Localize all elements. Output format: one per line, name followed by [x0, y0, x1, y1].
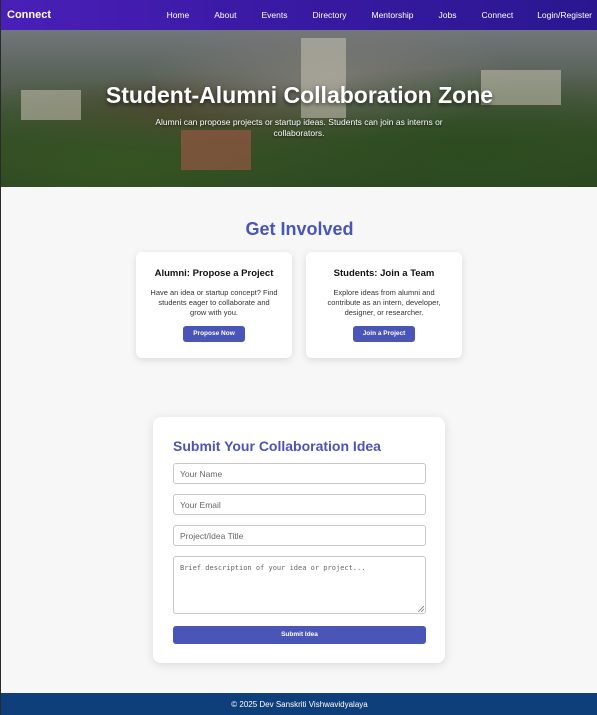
project-title-input[interactable]: Project/Idea Title — [173, 525, 426, 546]
nav-home[interactable]: Home — [167, 10, 190, 20]
hero-subtitle: Alumni can propose projects or startup i… — [155, 117, 443, 138]
form-title: Submit Your Collaboration Idea — [173, 438, 381, 454]
footer: © 2025 Dev Sanskriti Vishwavidyalaya — [1, 693, 597, 715]
propose-project-card: Alumni: Propose a Project Have an idea o… — [136, 252, 292, 358]
propose-now-button[interactable]: Propose Now — [183, 326, 245, 342]
name-input[interactable]: Your Name — [173, 463, 426, 484]
hero-banner: Student-Alumni Collaboration Zone Alumni… — [1, 30, 597, 187]
card-text: Explore ideas from alumni and contribute… — [327, 288, 441, 317]
join-project-button[interactable]: Join a Project — [352, 326, 416, 342]
card-title: Alumni: Propose a Project — [154, 268, 274, 279]
join-team-card: Students: Join a Team Explore ideas from… — [306, 252, 462, 358]
nav-connect[interactable]: Connect — [482, 10, 514, 20]
nav-events[interactable]: Events — [261, 10, 287, 20]
description-placeholder: Brief description of your idea or projec… — [180, 564, 366, 572]
nav-jobs[interactable]: Jobs — [439, 10, 457, 20]
resize-grip-icon[interactable] — [417, 605, 424, 612]
nav-about[interactable]: About — [214, 10, 236, 20]
nav-mentorship[interactable]: Mentorship — [371, 10, 413, 20]
card-title: Students: Join a Team — [333, 268, 435, 279]
brand-logo[interactable]: Connect — [7, 9, 51, 21]
card-text: Have an idea or startup concept? Find st… — [150, 288, 278, 317]
nav-links: Home About Events Directory Mentorship J… — [142, 10, 592, 20]
description-textarea[interactable]: Brief description of your idea or projec… — [173, 556, 426, 614]
email-input[interactable]: Your Email — [173, 494, 426, 515]
nav-login-register[interactable]: Login/Register — [537, 10, 592, 20]
get-involved-heading: Get Involved — [245, 219, 354, 239]
top-nav: Connect Home About Events Directory Ment… — [1, 0, 597, 30]
hero-title: Student-Alumni Collaboration Zone — [105, 82, 494, 108]
submit-idea-button[interactable]: Submit Idea — [173, 626, 426, 644]
nav-directory[interactable]: Directory — [312, 10, 346, 20]
collaboration-form: Submit Your Collaboration Idea Your Name… — [153, 417, 445, 663]
